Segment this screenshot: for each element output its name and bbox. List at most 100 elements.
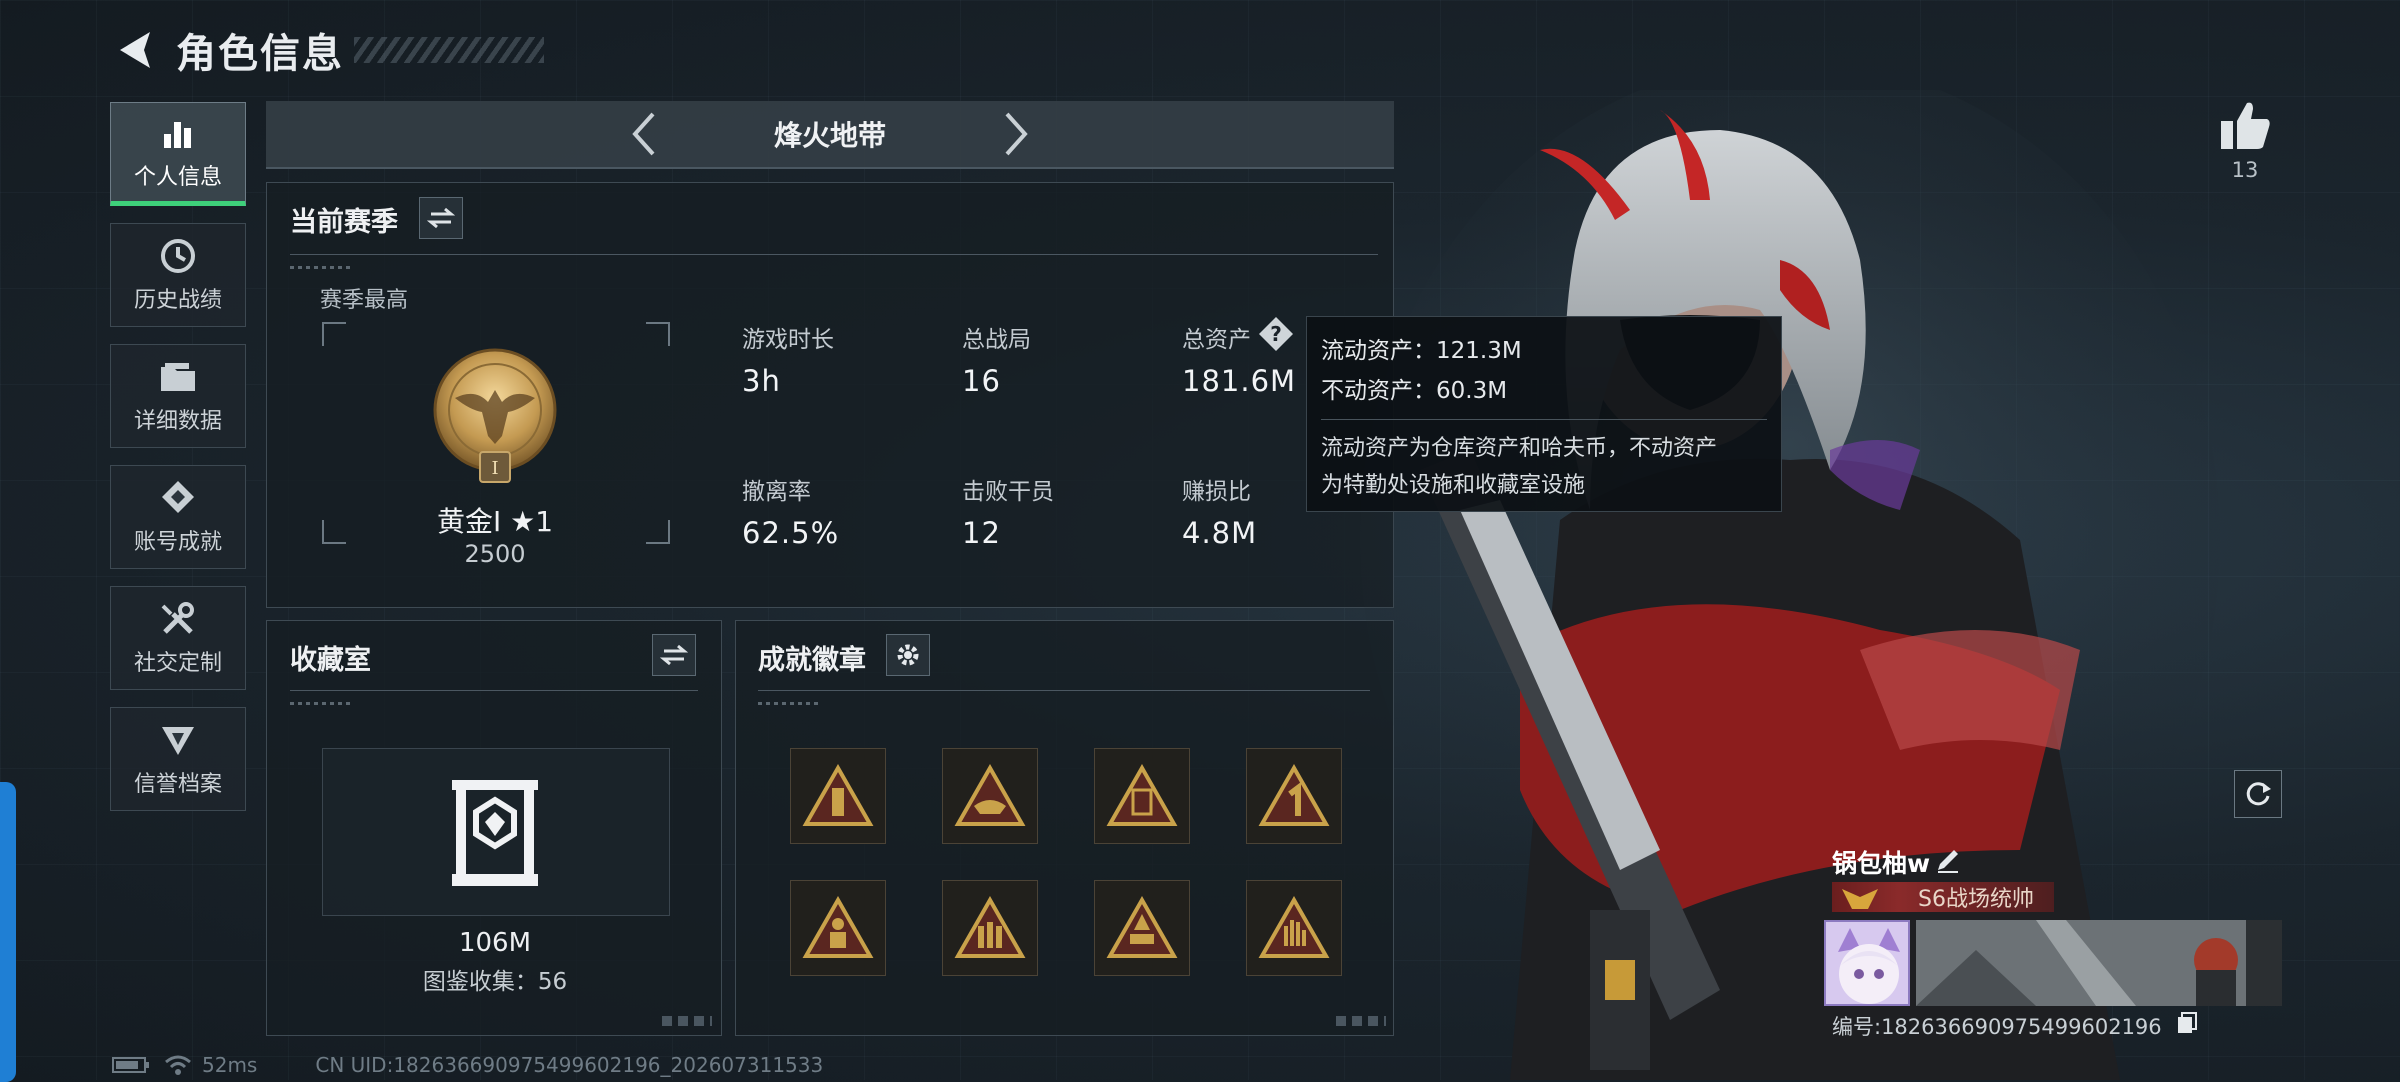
panel-corner-decoration — [662, 1016, 712, 1026]
tooltip-description-line2: 为特勤处设施和收藏室设施 — [1321, 473, 1586, 498]
tooltip-divider — [1321, 419, 1767, 420]
season-subtitle: 赛季最高 — [320, 288, 409, 313]
gear-icon — [897, 644, 919, 666]
stat-value: 3h — [742, 364, 781, 398]
help-icon[interactable]: ? — [1258, 316, 1294, 352]
stat-label: 总战局 — [962, 327, 1031, 353]
season-panel-title: 当前赛季 — [290, 207, 398, 238]
boat-badge-icon — [954, 764, 1026, 826]
stat-label: 赚损比 — [1182, 479, 1251, 505]
stamp-badge-icon — [1106, 764, 1178, 826]
rank-name: 黄金I ★1 — [436, 505, 554, 538]
player-id-number: 编号:1826366909754996021​96 — [1832, 1015, 2162, 1039]
folder-icon — [158, 357, 198, 397]
display-case-icon — [452, 780, 538, 886]
copy-icon[interactable] — [2176, 1011, 2198, 1035]
stat-extraction-rate: 撤离率 62.5% — [742, 472, 839, 550]
refresh-button[interactable] — [2234, 770, 2282, 818]
footer-uid: CN UID:1826366909754996021​96_2026073115… — [315, 1053, 824, 1077]
next-mode-button[interactable] — [996, 109, 1036, 159]
achievement-icon — [158, 478, 198, 518]
tools-icon — [158, 599, 198, 639]
prev-mode-button[interactable] — [624, 109, 664, 159]
stat-value: 62.5% — [742, 516, 840, 550]
tooltip-fixed-assets: 不动资产：60.3M — [1321, 378, 1508, 404]
chevron-left-icon — [632, 112, 655, 156]
stat-label: 游戏时长 — [742, 327, 834, 353]
player-title-text: S6战场统帅 — [1918, 887, 2034, 912]
sidebar-item-label: 个人信息 — [133, 165, 222, 190]
stat-value: 12 — [962, 516, 1001, 550]
frame-corner — [322, 520, 346, 544]
sidebar-item-achievements[interactable]: 账号成就 — [110, 465, 246, 569]
thumbs-up-icon[interactable] — [2215, 95, 2275, 155]
sidebar-item-reputation[interactable]: 信誉档案 — [110, 707, 246, 811]
badge-tower[interactable] — [790, 748, 886, 844]
badges-settings-button[interactable] — [886, 634, 930, 676]
reputation-icon — [158, 720, 198, 760]
sidebar-item-social[interactable]: 社交定制 — [110, 586, 246, 690]
season-divider — [290, 254, 1378, 255]
tooltip-liquid-assets: 流动资产：121.3M — [1321, 338, 1522, 364]
svg-text:?: ? — [1270, 322, 1282, 346]
badges-dash-decoration — [758, 702, 818, 705]
frame-corner — [322, 322, 346, 346]
badge-hand[interactable] — [1246, 880, 1342, 976]
wifi-icon — [165, 1055, 191, 1075]
sidebar: 个人信息 历史战绩 详细数据 账号成就 社交定制 信誉档案 — [110, 102, 248, 828]
title-emblem-icon — [1842, 889, 1878, 909]
badge-number-one[interactable] — [1246, 748, 1342, 844]
ammo-badge-icon — [954, 896, 1026, 958]
sidebar-item-label: 信誉档案 — [133, 772, 222, 797]
badges-divider — [758, 690, 1370, 691]
player-name: 锅包柚w — [1832, 849, 1931, 878]
badge-s6[interactable] — [1094, 880, 1190, 976]
collection-switch-button[interactable] — [652, 634, 696, 676]
stat-label: 击败干员 — [962, 479, 1054, 505]
sidebar-item-personal-info[interactable]: 个人信息 — [110, 102, 246, 206]
badge-soldier[interactable] — [790, 880, 886, 976]
season-dash-decoration — [290, 266, 350, 269]
collection-title: 收藏室 — [290, 645, 371, 676]
like-count: 13 — [2231, 158, 2259, 182]
mode-selector-bar: 烽火地带 — [266, 101, 1394, 169]
sidebar-item-history[interactable]: 历史战绩 — [110, 223, 246, 327]
status-footer: 52ms CN UID:1826366909754996021​96_20260… — [112, 1052, 823, 1078]
badge-stamp[interactable] — [1094, 748, 1190, 844]
banner-image — [1916, 920, 2282, 1006]
collection-dash-decoration — [290, 702, 350, 705]
tower-badge-icon — [802, 764, 874, 826]
avatar-image — [1826, 922, 1908, 1004]
sidebar-item-label: 详细数据 — [133, 409, 222, 434]
badge-boat[interactable] — [942, 748, 1038, 844]
page-header: 角色信息 — [110, 20, 544, 80]
profile-banner[interactable] — [1916, 920, 2282, 1006]
stat-profit-loss-ratio: 赚损比 4.8M — [1182, 472, 1257, 550]
mode-name: 烽火地带 — [773, 119, 886, 152]
hand-badge-icon — [1258, 896, 1330, 958]
frame-corner — [646, 520, 670, 544]
refresh-icon — [2246, 782, 2271, 806]
badge-ammo[interactable] — [942, 880, 1038, 976]
player-title-tag: S6战场统帅 — [1832, 882, 2054, 912]
back-button[interactable] — [110, 25, 160, 75]
stat-total-matches: 总战局 16 — [962, 320, 1031, 398]
edit-pencil-icon[interactable] — [1934, 846, 1962, 874]
sidebar-item-label: 社交定制 — [133, 651, 222, 676]
sidebar-item-label: 账号成就 — [133, 530, 222, 555]
stat-operators-defeated: 击败干员 12 — [962, 472, 1054, 550]
bar-chart-icon — [158, 113, 198, 153]
frame-corner — [646, 322, 670, 346]
sidebar-item-details[interactable]: 详细数据 — [110, 344, 246, 448]
season-switch-button[interactable] — [419, 197, 463, 239]
back-arrow-icon — [120, 32, 150, 68]
badges-title: 成就徽章 — [758, 645, 866, 676]
soldier-badge-icon — [802, 896, 874, 958]
stat-value: 4.8M — [1182, 516, 1258, 550]
side-edge-tab[interactable] — [0, 782, 16, 1082]
number-one-badge-icon — [1258, 764, 1330, 826]
collection-count: 图鉴收集：56 — [422, 969, 568, 995]
collection-value: 106M — [458, 928, 532, 958]
chevron-right-icon — [1005, 112, 1028, 156]
avatar[interactable] — [1824, 920, 1910, 1006]
